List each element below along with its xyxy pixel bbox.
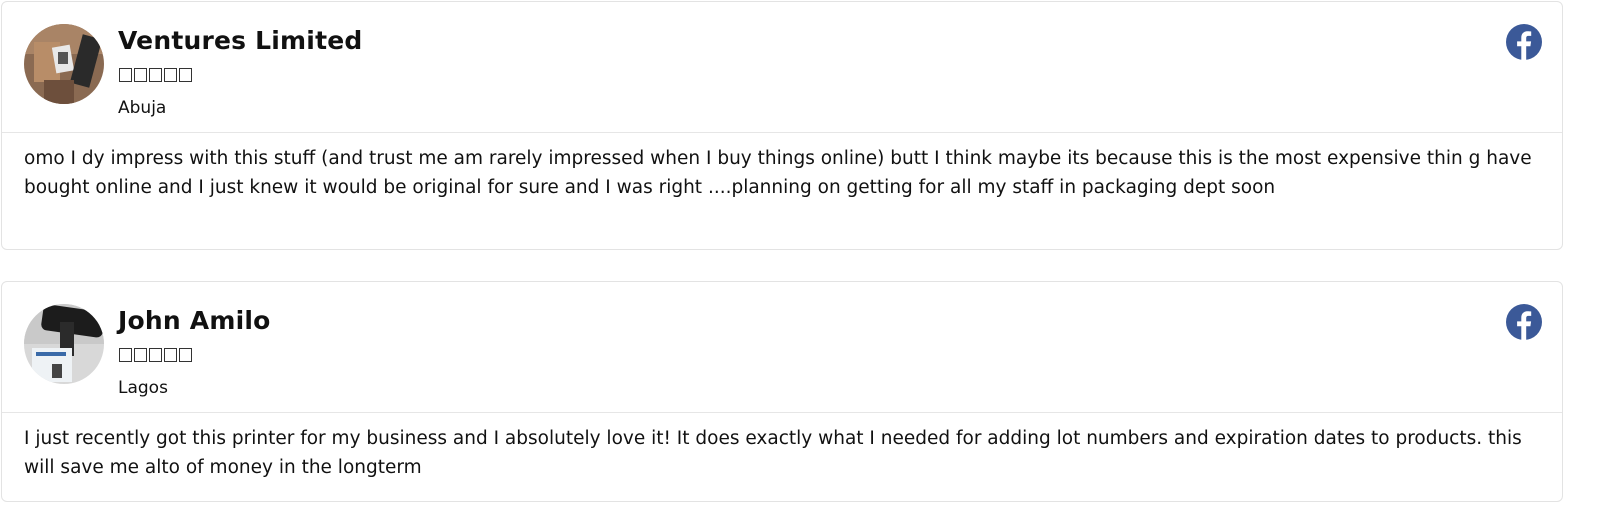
- star-icon: [119, 348, 132, 362]
- star-icon: [149, 68, 162, 82]
- facebook-icon[interactable]: [1506, 24, 1542, 60]
- star-icon: [164, 68, 177, 82]
- star-icon: [179, 348, 192, 362]
- review-card: Ventures Limited Abuja omo I dy impress …: [1, 1, 1563, 250]
- avatar: [24, 24, 104, 104]
- reviewer-name: John Amilo: [118, 306, 271, 335]
- avatar: [24, 304, 104, 384]
- reviewer-location: Lagos: [118, 378, 168, 398]
- star-icon: [164, 348, 177, 362]
- review-text: I just recently got this printer for my …: [24, 428, 1522, 478]
- review-header: John Amilo Lagos: [2, 282, 1562, 413]
- star-icon: [119, 68, 132, 82]
- rating-stars: [119, 68, 192, 82]
- reviewer-name: Ventures Limited: [118, 26, 363, 55]
- star-icon: [134, 348, 147, 362]
- facebook-icon[interactable]: [1506, 304, 1542, 340]
- star-icon: [149, 348, 162, 362]
- review-header: Ventures Limited Abuja: [2, 2, 1562, 133]
- rating-stars: [119, 348, 192, 362]
- star-icon: [134, 68, 147, 82]
- review-text: omo I dy impress with this stuff (and tr…: [24, 148, 1532, 198]
- review-card: John Amilo Lagos I just recently got thi…: [1, 281, 1563, 502]
- star-icon: [179, 68, 192, 82]
- reviewer-location: Abuja: [118, 98, 167, 118]
